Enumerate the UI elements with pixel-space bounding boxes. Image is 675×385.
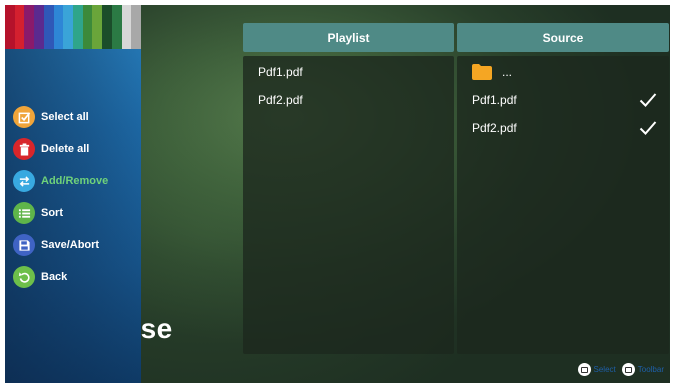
toolbar-hint: Toolbar [621,363,664,376]
select-all-label: Select all [41,111,89,123]
select-hint: Select [577,363,616,376]
delete-all-button[interactable]: Delete all [13,137,108,161]
floppy-disk-icon [13,234,35,256]
folder-icon [472,64,492,80]
checkmark-icon [639,93,657,107]
source-item[interactable]: Pdf2.pdf [457,114,669,142]
swap-arrows-icon [13,170,35,192]
delete-all-label: Delete all [41,143,90,155]
toolbar-key-icon [621,363,635,376]
playlist-panel: Pdf1.pdf Pdf2.pdf [243,56,454,354]
back-button[interactable]: Back [13,265,108,289]
save-abort-label: Save/Abort [41,239,100,251]
playlist-item[interactable]: Pdf1.pdf [243,58,454,86]
sidebar: Select all Delete all Add/Remove Sort Sa… [5,5,141,383]
playlist-item-label: Pdf1.pdf [258,65,303,79]
source-item-label: Pdf1.pdf [472,93,517,107]
save-abort-button[interactable]: Save/Abort [13,233,108,257]
checkbox-icon [13,106,35,128]
key-hints: Select Toolbar [572,363,664,376]
back-arrow-icon [13,266,35,288]
screen: ose Select all Delete all Add/Remove Sor… [5,5,670,383]
source-item[interactable]: Pdf1.pdf [457,86,669,114]
parent-folder-item[interactable]: ... [457,58,669,86]
sort-button[interactable]: Sort [13,201,108,225]
playlist-item[interactable]: Pdf2.pdf [243,86,454,114]
list-icon [13,202,35,224]
add-remove-label: Add/Remove [41,175,109,187]
playlist-item-label: Pdf2.pdf [258,93,303,107]
trash-icon [13,138,35,160]
parent-folder-label: ... [502,65,513,79]
select-all-button[interactable]: Select all [13,105,108,129]
sidebar-menu: Select all Delete all Add/Remove Sort Sa… [13,105,108,297]
source-header: Source [457,23,669,52]
sort-label: Sort [41,207,63,219]
pencils-banner [5,5,141,49]
select-hint-label: Select [593,365,616,374]
add-remove-button[interactable]: Add/Remove [13,169,108,193]
checkmark-icon [639,121,657,135]
toolbar-hint-label: Toolbar [637,365,664,374]
source-item-label: Pdf2.pdf [472,121,517,135]
back-label: Back [41,271,68,283]
source-panel: ... Pdf1.pdf Pdf2.pdf [457,56,669,354]
playlist-header: Playlist [243,23,454,52]
select-key-icon [577,363,591,376]
